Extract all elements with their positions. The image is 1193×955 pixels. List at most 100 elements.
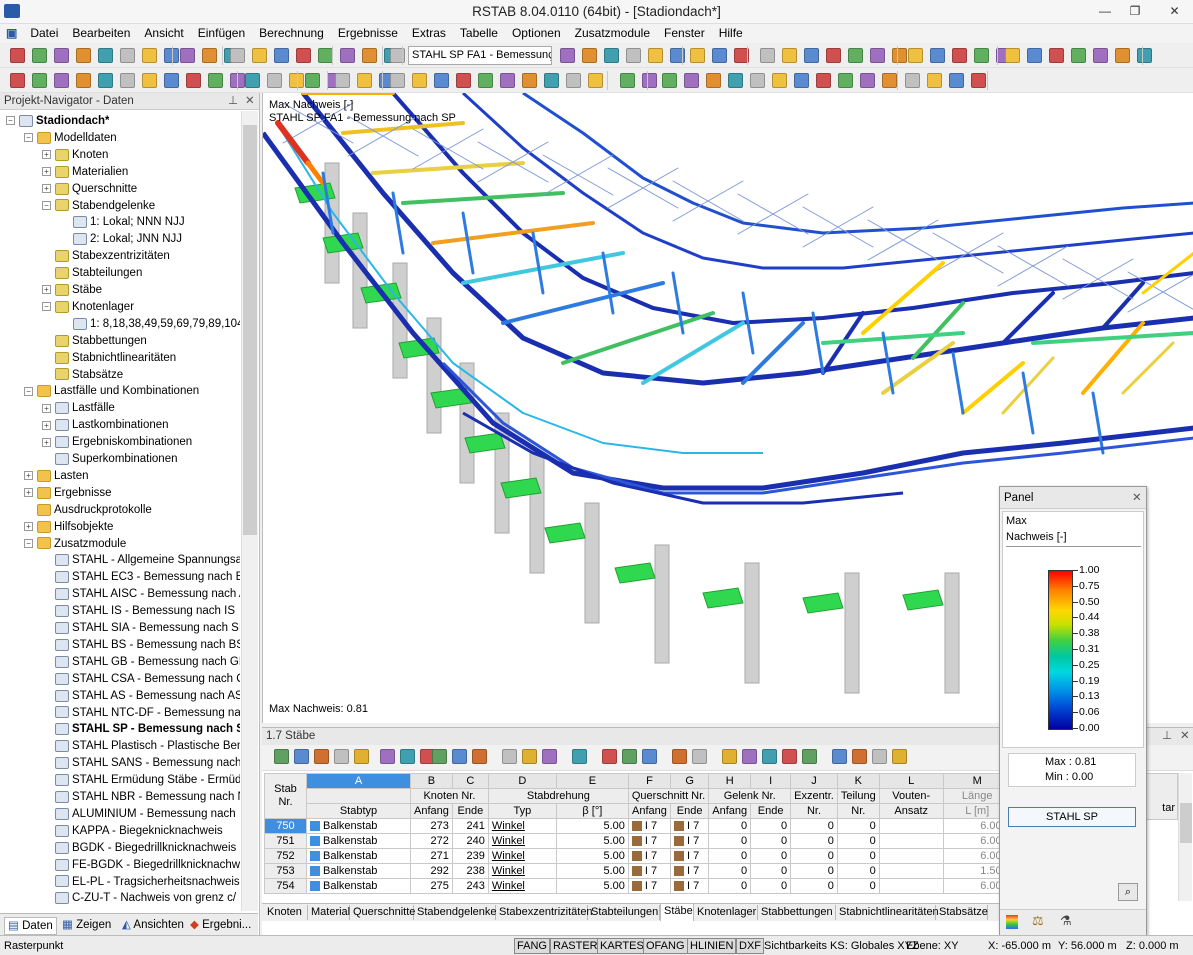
tree-item[interactable]: STAHL IS - Bemessung nach IS (42, 603, 235, 620)
cell-beta[interactable]: 5.00 (555, 848, 629, 864)
redo-icon[interactable] (120, 48, 135, 63)
table-row[interactable]: 753 Balkenstab 292 238 Winkel 5.00 I 7I 700001… (264, 863, 1012, 879)
moment-icon[interactable] (662, 73, 677, 88)
tree-item[interactable]: Stabbettungen (42, 333, 147, 350)
tree-item[interactable]: STAHL GB - Bemessung nach GB (42, 654, 240, 671)
excel-icon[interactable] (400, 749, 415, 764)
section-icon[interactable] (98, 73, 113, 88)
cell-dtyp[interactable]: Winkel (487, 833, 557, 849)
expand-toggle-icon[interactable]: + (42, 184, 51, 194)
tree-item[interactable]: − Stadiondach* (6, 113, 109, 130)
load-icon[interactable] (927, 73, 942, 88)
hinge-icon[interactable] (620, 73, 635, 88)
panel-close-icon[interactable]: ✕ (1132, 487, 1142, 509)
copy-icon[interactable] (502, 749, 517, 764)
redo-icon[interactable] (1005, 48, 1020, 63)
results-icon[interactable] (1093, 48, 1108, 63)
redo-icon[interactable] (362, 48, 377, 63)
print-icon[interactable] (76, 48, 91, 63)
tree-item[interactable]: STAHL NTC-DF - Bemessung nac (42, 705, 240, 722)
expand-toggle-icon[interactable]: + (42, 420, 51, 430)
tab-ergebnisse[interactable]: ◆ Ergebni... (190, 917, 251, 933)
menu-ansicht[interactable]: Ansicht (137, 24, 190, 42)
import-icon[interactable] (354, 749, 369, 764)
diagram-icon[interactable] (142, 73, 157, 88)
cell-dtyp[interactable]: Winkel (487, 818, 557, 834)
zoom-icon[interactable] (804, 48, 819, 63)
cell-ende[interactable]: 239 (451, 848, 489, 864)
load-icon[interactable] (566, 73, 581, 88)
cell-ge[interactable]: 0 (750, 848, 792, 864)
sheet-tab[interactable]: Stäbe (660, 904, 694, 921)
sort-icon[interactable] (314, 749, 329, 764)
save-icon[interactable] (54, 48, 69, 63)
tree-item[interactable]: + Lastfälle (42, 400, 115, 417)
table-edit-icon[interactable] (622, 749, 637, 764)
cell-qa[interactable]: I 7 (627, 848, 672, 864)
cell-nr[interactable]: 750 (264, 818, 307, 834)
support-icon[interactable] (54, 73, 69, 88)
col-letter-b[interactable]: B (410, 773, 453, 789)
tree-item[interactable]: − Modelldaten (24, 130, 117, 147)
tree-item[interactable]: BGDK - Biegedrillknicknachweis (42, 840, 236, 857)
node-icon[interactable] (500, 73, 515, 88)
table-close-icon[interactable]: ✕ (1180, 728, 1190, 745)
moment-icon[interactable] (838, 73, 853, 88)
support-icon[interactable] (544, 73, 559, 88)
cell-typ[interactable]: Balkenstab (306, 818, 411, 834)
cell-typ[interactable]: Balkenstab (306, 833, 411, 849)
undo-icon[interactable] (98, 48, 113, 63)
select-icon[interactable] (1071, 48, 1086, 63)
cell-teil[interactable]: 0 (836, 863, 880, 879)
cell-teil[interactable]: 0 (836, 878, 880, 894)
menu-extras[interactable]: Extras (405, 24, 453, 42)
load-icon[interactable] (390, 73, 405, 88)
expand-toggle-icon[interactable]: − (6, 116, 15, 126)
open-icon[interactable] (274, 48, 289, 63)
cell-nr[interactable]: 751 (264, 833, 307, 849)
node-icon[interactable] (860, 73, 875, 88)
moment-icon[interactable] (478, 73, 493, 88)
select-icon[interactable] (180, 48, 195, 63)
hinge-icon[interactable] (971, 73, 986, 88)
cell-qe[interactable]: I 7 (669, 818, 710, 834)
cell-ende[interactable]: 241 (451, 818, 489, 834)
cell-qa[interactable]: I 7 (627, 833, 672, 849)
cell-nr[interactable]: 753 (264, 863, 307, 879)
hinge-icon[interactable] (434, 73, 449, 88)
table-row[interactable]: 751 Balkenstab 272 240 Winkel 5.00 I 7I 700006… (264, 833, 1012, 849)
menu-fenster[interactable]: Fenster (657, 24, 712, 42)
load-case-combo[interactable]: STAHL SP FA1 - Bemessunç (408, 46, 552, 65)
sheet-tab[interactable]: Material (308, 905, 350, 920)
diagram-icon[interactable] (642, 73, 657, 88)
zoom-icon[interactable] (1049, 48, 1064, 63)
diagram-icon[interactable] (816, 73, 831, 88)
zoom-search-icon[interactable]: ⌕ (1118, 883, 1138, 901)
node-icon[interactable] (684, 73, 699, 88)
tree-item[interactable]: 2: Lokal; JNN NJJ (60, 231, 182, 248)
menu-app-icon[interactable]: ▣ (0, 24, 23, 42)
print-icon[interactable] (974, 48, 989, 63)
tree-item[interactable]: + Ergebniskombinationen (42, 434, 192, 451)
col-letter-j[interactable]: J (790, 773, 838, 789)
menu-tabelle[interactable]: Tabelle (453, 24, 505, 42)
cell-qe[interactable]: I 7 (669, 878, 710, 894)
moment-icon[interactable] (164, 73, 179, 88)
tree-item[interactable]: ALUMINIUM - Bemessung nach (42, 806, 236, 823)
support-icon[interactable] (728, 73, 743, 88)
cell-vouten[interactable] (878, 878, 944, 894)
status-fang-button[interactable]: FANG (514, 938, 550, 954)
tree-item[interactable]: STAHL NBR - Bemessung nach N (42, 789, 240, 806)
sheet-tab[interactable]: Knotenlager (694, 905, 758, 920)
function-icon[interactable] (602, 749, 617, 764)
cell-typ[interactable]: Balkenstab (306, 863, 411, 879)
tree-item[interactable]: Stabnichtlinearitäten (42, 350, 176, 367)
support-icon[interactable] (905, 73, 920, 88)
sheet-tab[interactable]: Stabendgelenke (414, 905, 497, 920)
expand-toggle-icon[interactable]: + (42, 167, 51, 177)
filter-icon[interactable] (294, 749, 309, 764)
tree-item[interactable]: STAHL - Allgemeine Spannungsa (42, 552, 240, 569)
tree-item[interactable]: C-ZU-T - Nachweis von grenz c/ (42, 890, 236, 907)
table-row[interactable]: 754 Balkenstab 275 243 Winkel 5.00 I 7I 700006… (264, 878, 1012, 894)
cell-anf[interactable]: 271 (410, 848, 453, 864)
